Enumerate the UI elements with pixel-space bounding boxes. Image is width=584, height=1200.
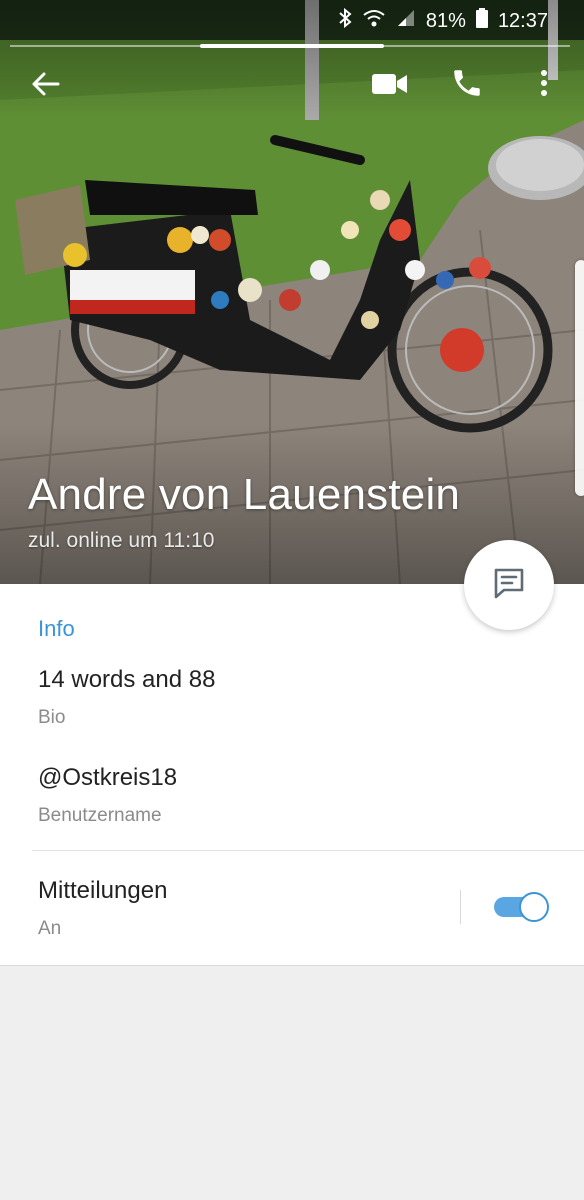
status-bar: 81% 12:37	[0, 0, 584, 40]
signal-icon	[396, 8, 416, 34]
profile-name: Andre von Lauenstein	[28, 470, 461, 519]
phone-icon[interactable]	[450, 66, 484, 100]
battery-icon	[475, 8, 488, 34]
video-call-icon[interactable]	[370, 70, 410, 98]
last-seen-status: zul. online um 11:10	[28, 529, 215, 552]
toggle-divider	[460, 890, 461, 924]
profile-toolbar	[0, 62, 584, 106]
info-section-title: Info	[38, 616, 75, 641]
notifications-status: An	[38, 918, 62, 939]
back-arrow-icon[interactable]	[28, 66, 64, 102]
username-label: Benutzername	[38, 805, 162, 826]
wifi-icon	[362, 8, 386, 34]
bluetooth-icon	[338, 7, 352, 34]
notifications-toggle[interactable]	[494, 892, 550, 922]
section-divider	[32, 850, 584, 851]
info-panel: Info 14 words and 88 Bio @Ostkreis18 Ben…	[0, 584, 584, 966]
more-vert-icon[interactable]	[538, 68, 550, 98]
clock: 12:37	[497, 9, 548, 32]
bio-value[interactable]: 14 words and 88	[38, 666, 215, 694]
username-value[interactable]: @Ostkreis18	[38, 764, 177, 792]
top-indicator	[200, 44, 384, 48]
message-icon	[490, 564, 528, 607]
bio-label: Bio	[38, 707, 66, 728]
send-message-button[interactable]	[464, 540, 554, 630]
edge-panel-handle[interactable]	[575, 260, 584, 496]
notifications-title[interactable]: Mitteilungen	[38, 877, 167, 905]
battery-percent: 81%	[425, 9, 466, 32]
profile-photo[interactable]: 81% 12:37 Andre von Lauenstein zul. onli…	[0, 0, 584, 584]
